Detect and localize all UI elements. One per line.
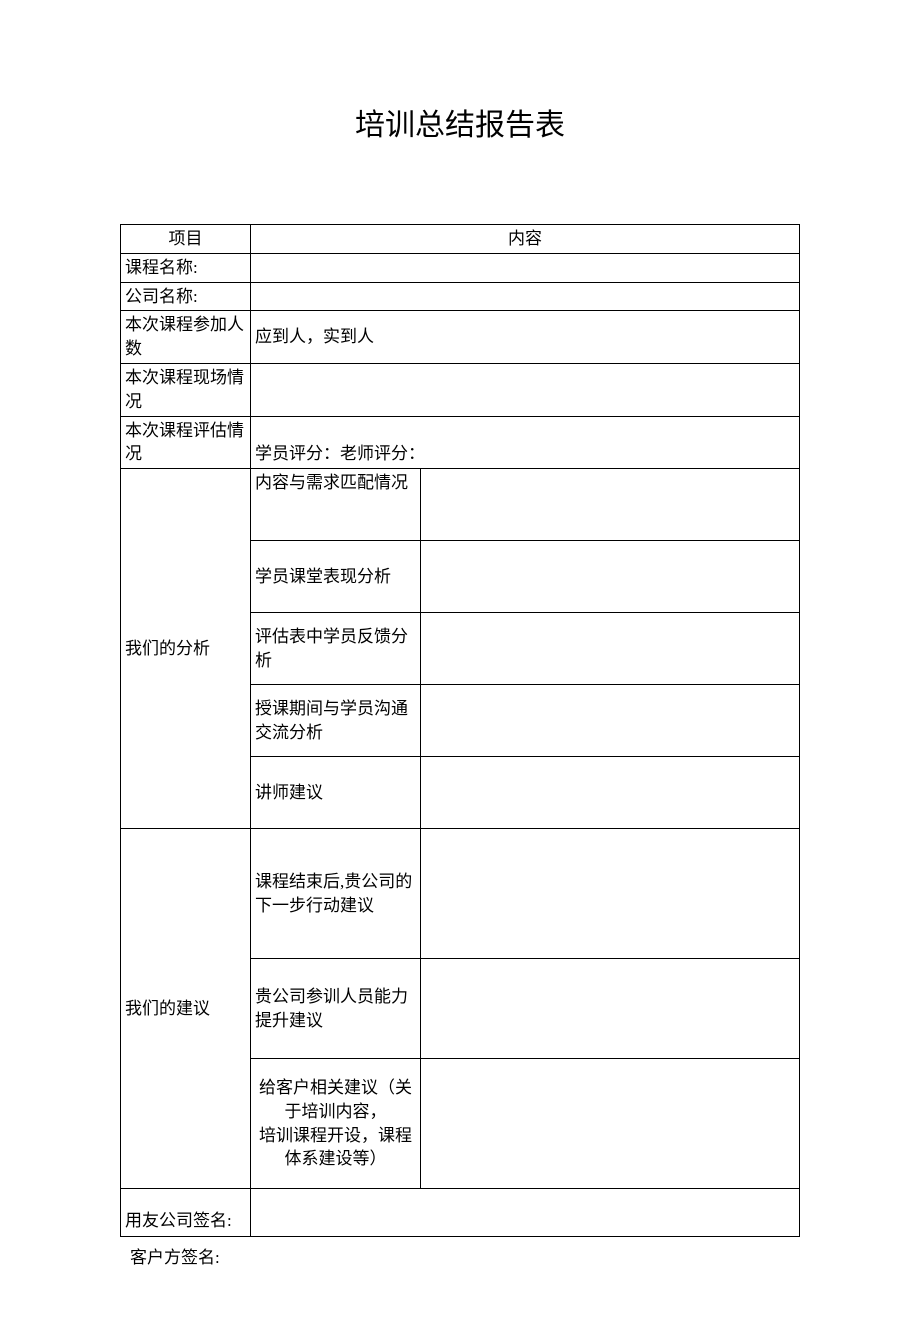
analysis-value-0 — [421, 469, 800, 541]
suggestion-value-2 — [421, 1059, 800, 1189]
page-title: 培训总结报告表 — [120, 100, 800, 144]
row-suggestion-0: 我们的建议 课程结束后,贵公司的下一步行动建议 — [121, 829, 800, 959]
analysis-item-1: 学员课堂表现分析 — [251, 541, 421, 613]
analysis-value-3 — [421, 685, 800, 757]
analysis-item-2: 评估表中学员反馈分析 — [251, 613, 421, 685]
row-attendees: 本次课程参加人数 应到人，实到人 — [121, 311, 800, 364]
row-course-name: 课程名称: — [121, 253, 800, 282]
row-onsite: 本次课程现场情况 — [121, 363, 800, 416]
row-signature: 用友公司签名: — [121, 1189, 800, 1237]
label-evaluation: 本次课程评估情况 — [121, 416, 251, 469]
label-analysis: 我们的分析 — [121, 469, 251, 829]
label-signature: 用友公司签名: — [121, 1189, 251, 1237]
header-col-content: 内容 — [251, 225, 800, 254]
table-header-row: 项目 内容 — [121, 225, 800, 254]
value-onsite — [251, 363, 800, 416]
value-attendees: 应到人，实到人 — [251, 311, 800, 364]
label-onsite: 本次课程现场情况 — [121, 363, 251, 416]
footer-customer-signature: 客户方签名: — [130, 1243, 800, 1268]
header-col-project: 项目 — [121, 225, 251, 254]
label-company-name: 公司名称: — [121, 282, 251, 311]
report-table: 项目 内容 课程名称: 公司名称: 本次课程参加人数 应到人，实到人 本次课程现… — [120, 224, 800, 1237]
row-evaluation: 本次课程评估情况 学员评分：老师评分： — [121, 416, 800, 469]
analysis-value-2 — [421, 613, 800, 685]
suggestion-value-1 — [421, 959, 800, 1059]
label-attendees: 本次课程参加人数 — [121, 311, 251, 364]
row-company-name: 公司名称: — [121, 282, 800, 311]
analysis-item-0: 内容与需求匹配情况 — [251, 469, 421, 541]
suggestion-item-2: 给客户相关建议（关于培训内容， 培训课程开设，课程体系建设等） — [251, 1059, 421, 1189]
analysis-value-4 — [421, 757, 800, 829]
row-analysis-0: 我们的分析 内容与需求匹配情况 — [121, 469, 800, 541]
value-evaluation: 学员评分：老师评分： — [251, 416, 800, 469]
value-signature — [251, 1189, 800, 1237]
label-suggestions: 我们的建议 — [121, 829, 251, 1189]
analysis-value-1 — [421, 541, 800, 613]
label-course-name: 课程名称: — [121, 253, 251, 282]
suggestion-value-0 — [421, 829, 800, 959]
value-company-name — [251, 282, 800, 311]
suggestion-item-0: 课程结束后,贵公司的下一步行动建议 — [251, 829, 421, 959]
value-course-name — [251, 253, 800, 282]
analysis-item-4: 讲师建议 — [251, 757, 421, 829]
analysis-item-3: 授课期间与学员沟通交流分析 — [251, 685, 421, 757]
suggestion-item-1: 贵公司参训人员能力提升建议 — [251, 959, 421, 1059]
